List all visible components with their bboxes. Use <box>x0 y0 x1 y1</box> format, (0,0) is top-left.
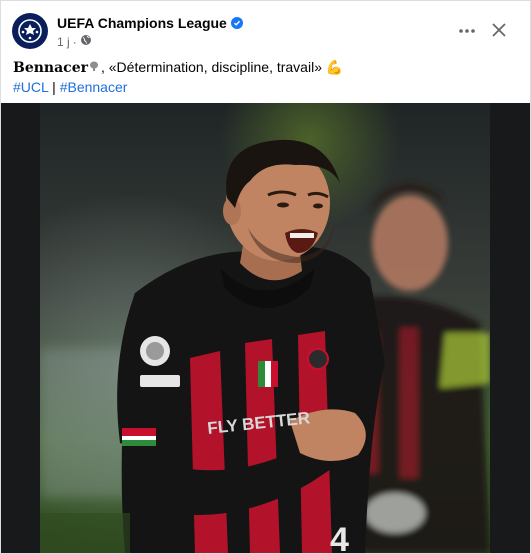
caption-quote: , «Détermination, discipline, travail» <box>100 59 322 75</box>
flexed-biceps-icon: 💪 <box>325 59 344 75</box>
facebook-post: UEFA Champions League 1 j · Bennacer , «… <box>0 0 531 554</box>
hashtag-ucl[interactable]: #UCL <box>13 79 48 95</box>
media-container: FLY BETTER 4 <box>1 103 530 553</box>
close-button[interactable] <box>487 18 511 42</box>
more-options-button[interactable] <box>453 21 481 41</box>
post-caption: Bennacer , «Détermination, discipline, tr… <box>13 58 518 78</box>
caption-player-name: Bennacer <box>13 60 88 76</box>
post-photo[interactable]: FLY BETTER 4 <box>40 103 490 553</box>
post-meta: 1 j · <box>57 34 92 49</box>
hashtag-line: #UCL | #Bennacer <box>13 78 127 97</box>
post-header: UEFA Champions League 1 j · <box>1 1 530 57</box>
shirt-number: 4 <box>330 521 349 553</box>
hashtag-bennacer[interactable]: #Bennacer <box>60 79 128 95</box>
player-celebration-image: FLY BETTER 4 <box>40 103 490 553</box>
verified-badge-icon <box>230 17 243 29</box>
globe-icon <box>80 34 92 49</box>
page-name-link[interactable]: UEFA Champions League <box>57 15 243 31</box>
page-avatar[interactable] <box>12 13 48 49</box>
post-timestamp[interactable]: 1 j <box>57 35 70 49</box>
close-icon <box>492 23 506 37</box>
microphone-icon <box>88 59 101 75</box>
ellipsis-icon <box>459 29 475 33</box>
meta-dot: · <box>72 34 77 49</box>
ucl-starball-logo <box>18 19 42 43</box>
hashtag-separator: | <box>52 79 56 95</box>
page-name: UEFA Champions League <box>57 15 227 31</box>
